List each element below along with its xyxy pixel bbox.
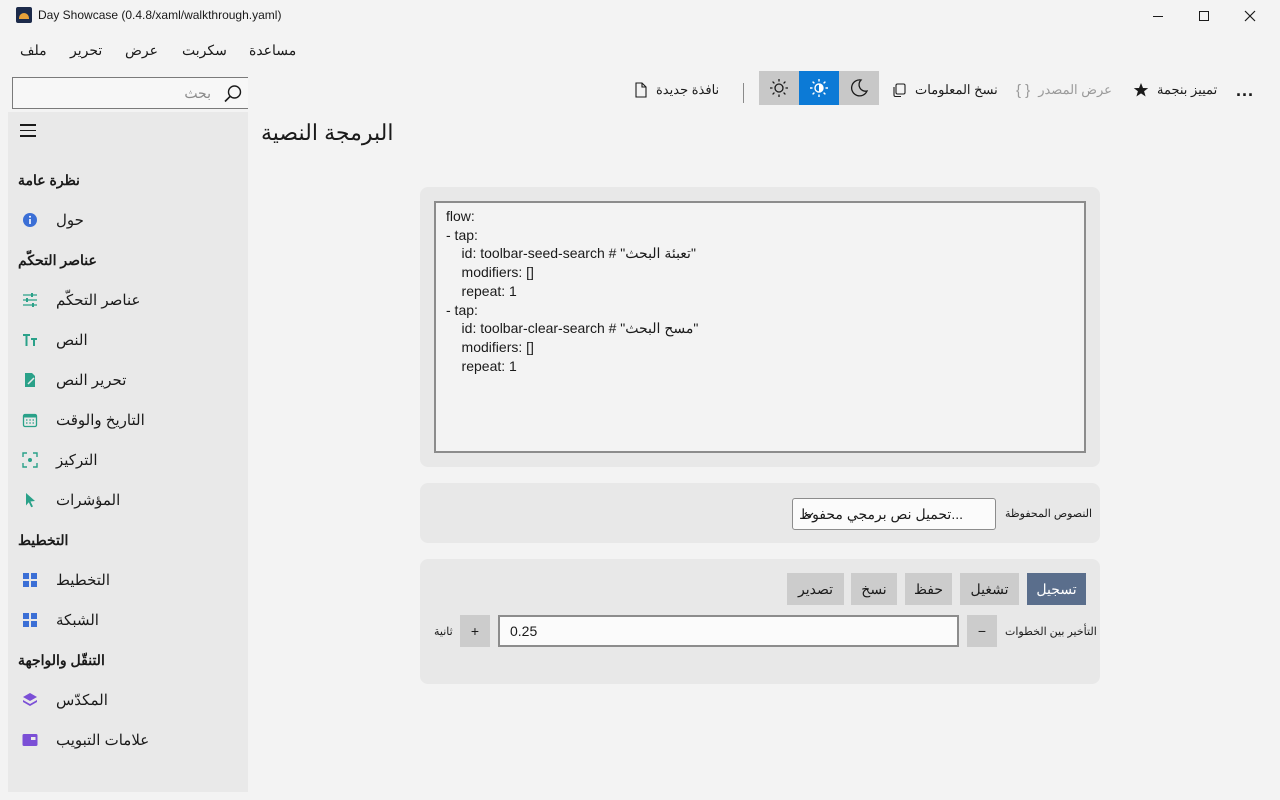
pointer-icon [26,493,35,508]
sidebar-item-label: تحرير النص [56,372,127,389]
sidebar-item-date-time[interactable]: التاريخ والوقت [8,402,248,438]
sidebar-item-focus[interactable]: التركيز [8,442,248,478]
script-editor[interactable]: flow: - tap: id: toolbar-seed-search # "… [434,201,1086,453]
menu-edit[interactable]: تحرير [70,42,102,59]
menu-script[interactable]: سكربت [182,42,227,59]
search-box [12,77,252,109]
calendar-icon [22,413,38,428]
sidebar-item-label: المؤشرات [56,492,121,509]
edit-text-icon [25,373,35,387]
toolbar-separator [743,83,744,103]
sidebar-item-label: علامات التبويب [56,732,150,749]
increment-button[interactable]: + [460,615,490,647]
delay-label: التأخير بين الخطوات [1005,626,1097,638]
sidebar-item-label: عناصر التحكّم [56,292,141,309]
run-button[interactable]: تشغيل [960,573,1019,605]
saved-scripts-dropdown[interactable]: تحميل نص برمجي محفوظ... [792,498,996,530]
decrement-button[interactable]: − [967,615,997,647]
search-input[interactable] [21,84,211,102]
sidebar-item-controls[interactable]: عناصر التحكّم [8,282,248,318]
theme-auto-button[interactable] [799,71,839,105]
minimize-icon [1153,15,1163,17]
sidebar-item-about[interactable]: حول [8,202,248,238]
record-button[interactable]: تسجيل [1027,573,1086,605]
minimize-button[interactable] [1135,0,1181,32]
saved-scripts-label: النصوص المحفوظة [1005,508,1093,520]
sidebar-item-layout[interactable]: التخطيط [8,562,248,598]
braces-icon: { } [1016,81,1031,99]
sidebar-item-edit-text[interactable]: تحرير النص [8,362,248,398]
sidebar-item-label: التاريخ والوقت [56,412,145,429]
new-document-icon [635,82,647,98]
tabs-icon [22,734,38,746]
sliders-icon [23,293,37,307]
saved-scripts-value: تحميل نص برمجي محفوظ... [799,506,963,522]
new-window-button[interactable]: نافذة جديدة [634,70,719,110]
sidebar-item-label: التركيز [56,452,98,469]
page-title: البرمجة النصية [261,120,394,145]
maximize-icon [1199,11,1209,21]
view-source-label: عرض المصدر [1038,82,1112,97]
delay-unit-label: ثانية [434,626,453,638]
star-icon [1133,83,1149,97]
sidebar-item-label: النص [56,332,88,349]
menu-file[interactable]: ملف [20,42,47,59]
sidebar-item-label: المكدّس [56,692,108,709]
window-title: Day Showcase (0.4.8/xaml/walkthrough.yam… [38,8,282,22]
sidebar-item-pointers[interactable]: المؤشرات [8,482,248,518]
sidebar-item-stack[interactable]: المكدّس [8,682,248,718]
new-window-label: نافذة جديدة [656,82,720,97]
copy-info-button[interactable]: نسخ المعلومات [891,70,998,110]
menu-view[interactable]: عرض [125,42,158,59]
menu-bar: ملف تحرير عرض سكربت مساعدة [0,38,320,66]
more-button[interactable]: ... [1236,70,1254,110]
sidebar-item-label: التخطيط [56,572,111,589]
close-button[interactable] [1227,0,1273,32]
theme-dark-button[interactable] [839,71,879,105]
copy-icon [893,83,906,98]
moon-icon [850,79,869,97]
title-bar: Day Showcase (0.4.8/xaml/walkthrough.yam… [0,0,1280,32]
app-icon [16,7,32,23]
grid-icon [23,613,37,627]
copy-info-label: نسخ المعلومات [915,82,998,97]
theme-light-button[interactable] [759,71,799,105]
section-controls: عناصر التحكّم [18,252,97,268]
menu-help[interactable]: مساعدة [249,42,296,59]
close-icon [1244,10,1256,22]
stack-icon [23,693,37,706]
section-layout: التخطيط [18,532,69,548]
sidebar-item-label: حول [56,212,84,229]
focus-icon [22,452,38,468]
copy-button[interactable]: نسخ [851,573,897,605]
sidebar-item-label: الشبكة [56,612,99,629]
text-icon [23,334,37,346]
saved-scripts-card [420,483,1100,543]
sidebar-item-grid[interactable]: الشبكة [8,602,248,638]
search-icon[interactable] [223,84,243,104]
export-button[interactable]: تصدير [787,573,844,605]
delay-input[interactable] [498,615,959,647]
hamburger-menu-icon[interactable] [20,124,36,138]
sun-icon [770,79,788,97]
star-label: تمييز بنجمة [1157,82,1218,97]
sidebar-item-text[interactable]: النص [8,322,248,358]
info-icon [23,213,37,227]
section-overview: نظرة عامة [18,172,80,188]
layout-icon [23,573,37,587]
save-button[interactable]: حفظ [905,573,952,605]
view-source-button[interactable]: { } عرض المصدر [1016,70,1112,110]
sidebar-item-tabs[interactable]: علامات التبويب [8,722,248,758]
section-navigation: التنقّل والواجهة [18,652,105,668]
sun-half-icon [810,79,828,97]
star-button[interactable]: تمييز بنجمة [1133,70,1217,110]
maximize-button[interactable] [1181,0,1227,32]
